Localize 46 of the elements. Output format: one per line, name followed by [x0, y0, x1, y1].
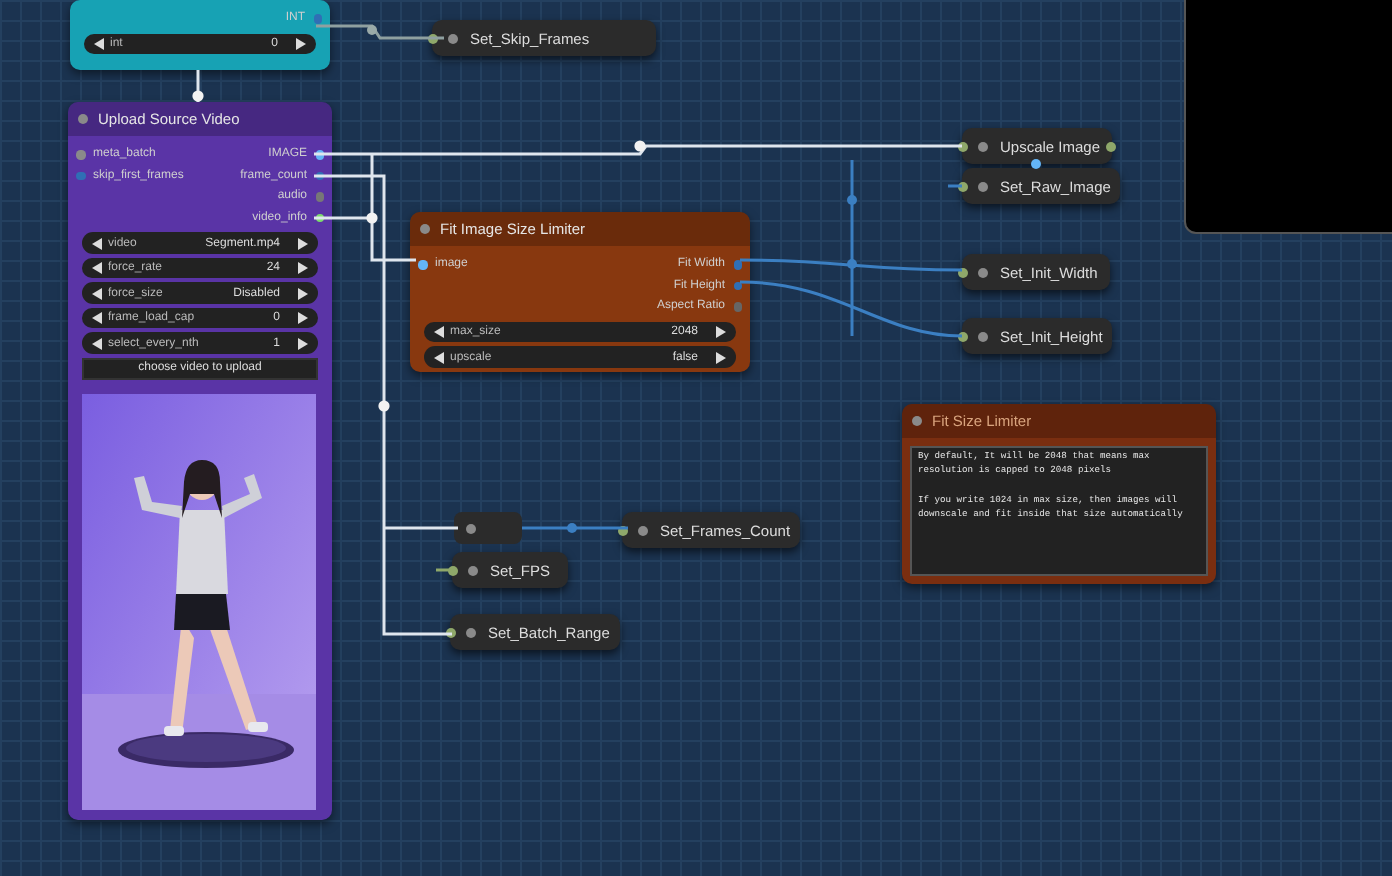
input-dot[interactable]	[958, 331, 968, 341]
input-dot[interactable]	[958, 141, 968, 151]
input-dot[interactable]	[446, 627, 456, 637]
collapse-dot-icon[interactable]	[466, 627, 476, 637]
collapse-dot-icon[interactable]	[978, 141, 988, 151]
input-dot[interactable]	[448, 565, 458, 575]
reroute-dot[interactable]	[847, 195, 857, 205]
reroute-dot[interactable]	[567, 523, 577, 533]
output-dot[interactable]	[1106, 141, 1116, 151]
reroute-dot[interactable]	[192, 90, 204, 102]
wire	[522, 526, 628, 530]
collapse-dot-icon[interactable]	[420, 224, 430, 234]
collapse-dot-icon[interactable]	[468, 565, 478, 575]
reroute-dot[interactable]	[366, 212, 378, 224]
input-dot[interactable]	[76, 150, 85, 160]
wire	[196, 70, 200, 102]
wire	[316, 24, 444, 40]
output-dot[interactable]	[315, 171, 324, 181]
input-dot[interactable]	[958, 181, 968, 191]
reroute-dot[interactable]	[1031, 159, 1041, 169]
output-dot[interactable]	[315, 213, 324, 223]
output-dot[interactable]	[315, 192, 324, 202]
input-dot[interactable]	[428, 33, 438, 43]
input-dot[interactable]	[958, 267, 968, 277]
output-dot[interactable]	[733, 302, 742, 312]
collapse-dot-icon[interactable]	[912, 416, 922, 426]
reroute-dot[interactable]	[367, 25, 377, 35]
output-dot[interactable]	[733, 281, 742, 291]
collapse-dot-icon[interactable]	[638, 525, 648, 535]
collapse-dot-icon[interactable]	[978, 331, 988, 341]
increment-arrow-icon[interactable]	[296, 37, 306, 50]
reroute-dot[interactable]	[634, 140, 646, 152]
output-dot[interactable]	[733, 260, 742, 270]
input-dot[interactable]	[618, 525, 628, 535]
collapse-dot-icon[interactable]	[978, 267, 988, 277]
input-dot[interactable]	[418, 260, 427, 270]
reroute-dot[interactable]	[847, 259, 857, 269]
output-dot[interactable]	[313, 14, 322, 24]
decrement-arrow-icon[interactable]	[94, 37, 104, 50]
reroute-node[interactable]	[454, 512, 522, 544]
collapse-dot-icon[interactable]	[448, 33, 458, 43]
collapse-dot-icon[interactable]	[978, 181, 988, 191]
collapse-dot-icon[interactable]	[78, 114, 88, 124]
output-dot[interactable]	[315, 150, 324, 160]
input-dot[interactable]	[76, 171, 85, 181]
reroute-dot[interactable]	[378, 400, 390, 412]
